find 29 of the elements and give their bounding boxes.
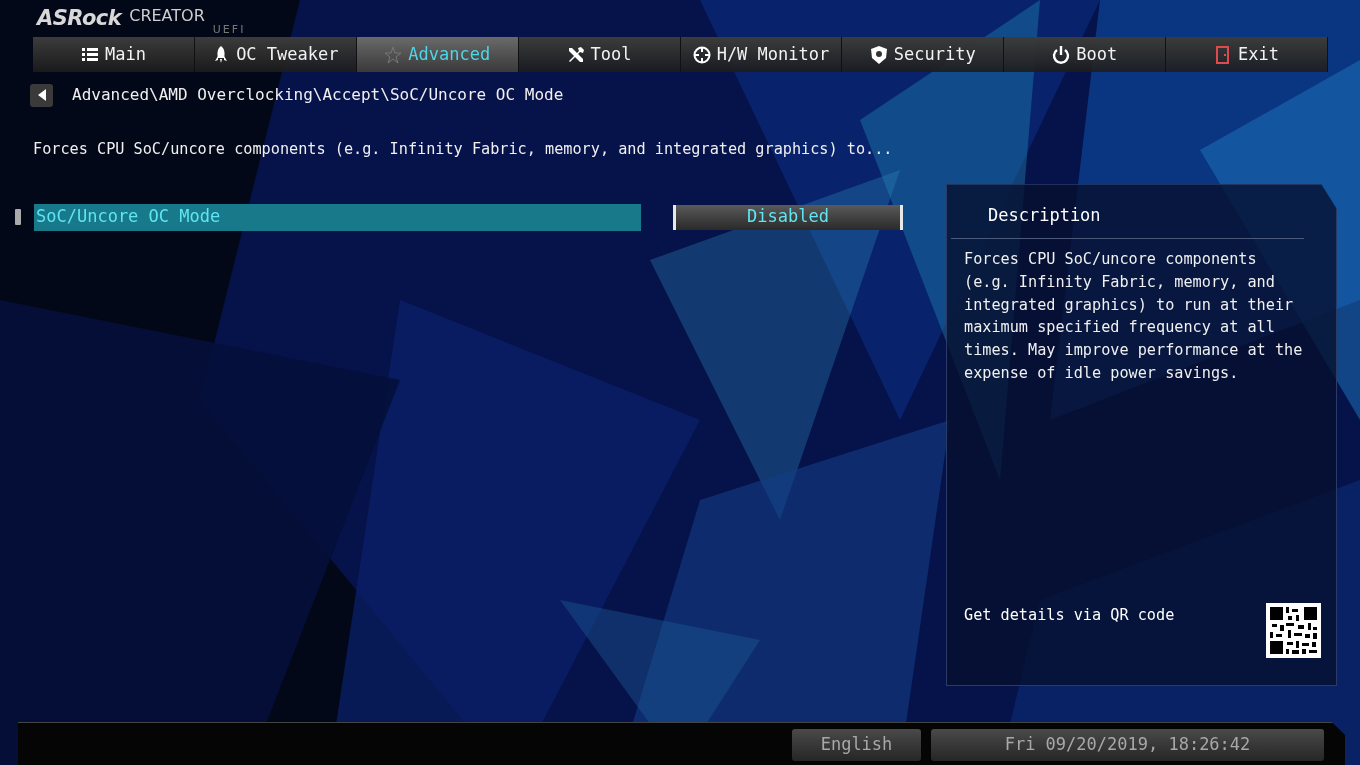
description-text: Forces CPU SoC/uncore components (e.g. Infinity Fabric, memory, and integrated graphics) to run at their maximum specified frequency at all times. May improve performance at the expense of idle power savings. (964, 249, 1304, 384)
language-button[interactable]: English (792, 729, 921, 761)
star-icon (384, 45, 403, 64)
logo-brand: ASRock (37, 8, 122, 29)
date-time-display: Fri 09/20/2019, 18:26:42 (931, 729, 1324, 761)
menu-tab[interactable]: Main (33, 37, 195, 72)
description-title: Description (988, 207, 1102, 225)
menu-tab[interactable]: Advanced (356, 37, 519, 72)
help-line: Forces CPU SoC/uncore components (e.g. Infinity Fabric, memory, and integrated graphics) to... (33, 142, 894, 158)
back-arrow-icon (37, 89, 46, 101)
menu-tab[interactable]: Security (842, 37, 1005, 72)
logo-subtitle: UEFI (212, 24, 246, 35)
crosshair-icon (692, 45, 711, 64)
row-marker (15, 209, 21, 226)
wrench-icon (566, 45, 585, 64)
menu-tab[interactable]: Tool (518, 37, 681, 72)
logo-product: CREATOR (129, 8, 205, 24)
menu-tab[interactable]: OC Tweaker (194, 37, 357, 72)
menu-tab[interactable]: H/W Monitor (680, 37, 843, 72)
qr-code-icon (1266, 603, 1321, 659)
shield-icon (869, 45, 888, 64)
list-icon (80, 45, 99, 64)
setting-value-button[interactable]: Disabled (673, 204, 903, 230)
power-icon (1052, 45, 1071, 64)
menu-tab[interactable]: Exit (1166, 37, 1328, 72)
back-button[interactable] (30, 83, 53, 107)
breadcrumb-path: Advanced\AMD Overclocking\Accept\SoC/Uncore OC Mode (72, 87, 564, 103)
qr-hint: Get details via QR code (964, 608, 1175, 624)
menu-tab[interactable]: Boot (1004, 37, 1167, 72)
